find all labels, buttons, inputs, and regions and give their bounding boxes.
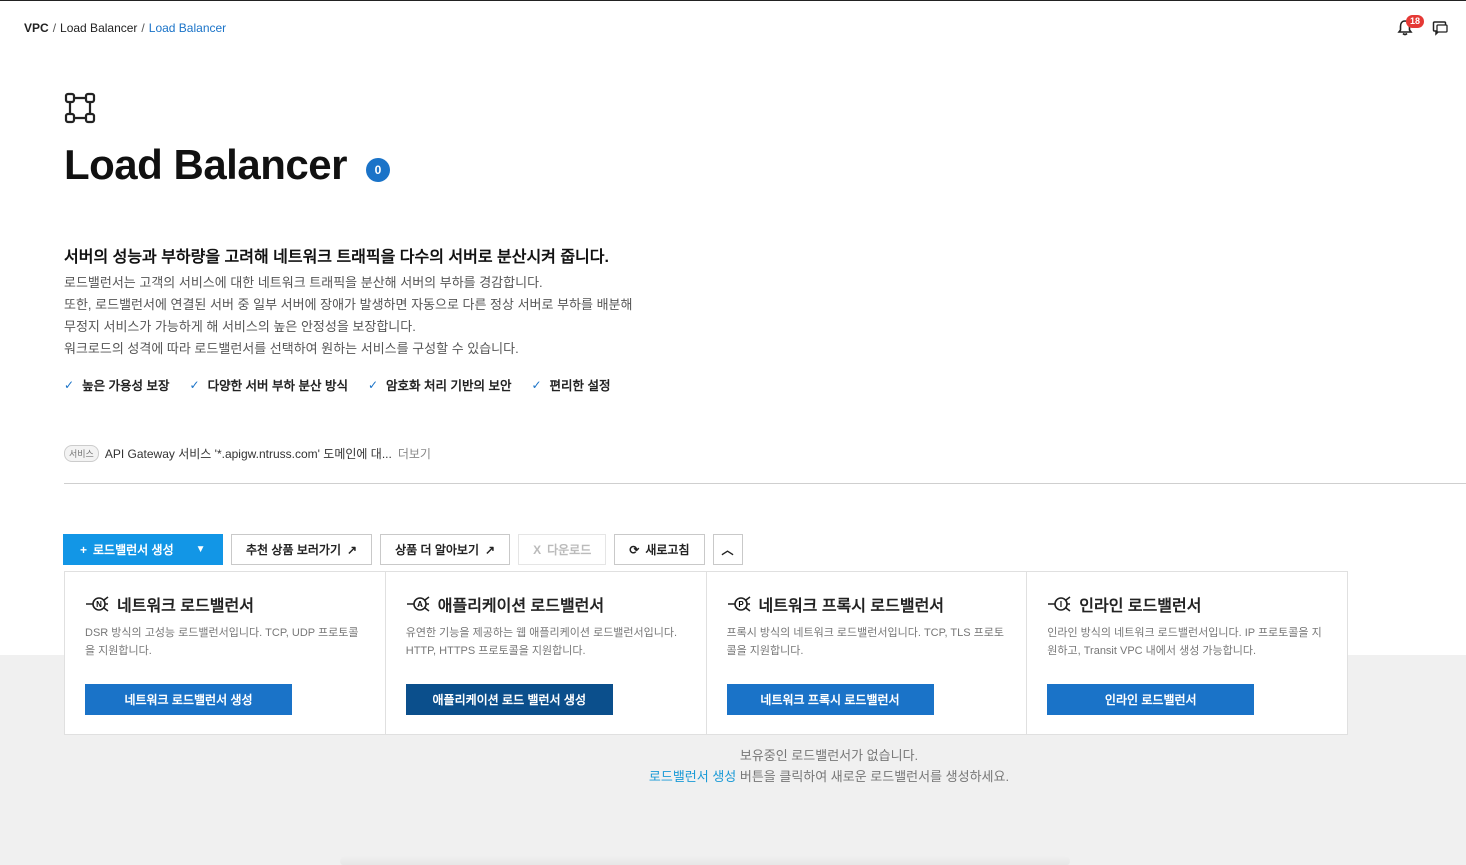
notice-text[interactable]: API Gateway 서비스 '*.apigw.ntruss.com' 도메인… [105,445,392,462]
card-title: 네트워크 프록시 로드밸런서 [758,598,945,615]
download-button[interactable]: X 다운로드 [518,534,607,565]
external-link-icon: ↗ [485,542,496,557]
create-network-proxy-lb-button[interactable]: 네트워크 프록시 로드밸런서 [726,684,934,715]
card-description: DSR 방식의 고성능 로드밸런서입니다. TCP, UDP 프로토콜을 지원합… [85,627,359,657]
inline-lb-icon: I [1048,596,1071,612]
learn-more-button[interactable]: 상품 더 알아보기 ↗ [380,534,511,565]
description-line: 워크로드의 성격에 따라 로드밸런서를 선택하여 원하는 서비스를 구성할 수 … [64,341,519,356]
card-header: N 네트워크 로드밸런서 [85,592,254,616]
recommended-products-button[interactable]: 추천 상품 보러가기 ↗ [231,534,373,565]
resource-count-badge: 0 [366,158,390,182]
check-icon: ✓ [367,377,379,392]
feature-item: ✓ 편리한 설정 [531,375,610,394]
card-header: A 애플리케이션 로드밸런서 [406,592,604,616]
breadcrumb: VPC / Load Balancer / Load Balancer [24,21,226,35]
notification-count-badge: 18 [1406,15,1425,28]
breadcrumb-separator: / [141,21,145,35]
top-bar: VPC / Load Balancer / Load Balancer 18 [0,1,1466,57]
refresh-label: 새로고침 [645,543,690,557]
description-line: 로드밸런서는 고객의 서비스에 대한 네트워크 트래픽을 분산해 서버의 부하를… [64,275,543,290]
feature-label: 높은 가용성 보장 [82,379,170,393]
create-load-balancer-button[interactable]: + 로드밸런서 생성 ▼ [63,534,223,565]
refresh-button[interactable]: ⟳ 새로고침 [614,534,705,565]
svg-text:I: I [1060,600,1062,609]
feature-label: 다양한 서버 부하 분산 방식 [207,379,348,393]
application-lb-icon: A [406,596,430,612]
breadcrumb-separator: / [52,21,57,35]
plus-icon: + [80,542,88,557]
svg-text:P: P [738,600,744,609]
create-application-lb-button[interactable]: 애플리케이션 로드 밸런서 생성 [405,684,613,715]
feature-label: 암호화 처리 기반의 보안 [386,379,512,393]
card-title: 인라인 로드밸런서 [1079,598,1202,615]
card-application-lb: A 애플리케이션 로드밸런서 유연한 기능을 제공하는 웹 애플리케이션 로드밸… [386,572,707,734]
recommend-label: 추천 상품 보러가기 [246,543,341,557]
empty-state-hint: 로드밸런서 생성 버튼을 클릭하여 새로운 로드밸런서를 생성하세요. [0,766,1466,787]
card-network-lb: N 네트워크 로드밸런서 DSR 방식의 고성능 로드밸런서입니다. TCP, … [65,572,386,734]
empty-state-title: 보유중인 로드밸런서가 없습니다. [739,748,919,763]
breadcrumb-vpc[interactable]: VPC [24,21,49,35]
empty-state: 보유중인 로드밸런서가 없습니다. 로드밸런서 생성 버튼을 클릭하여 새로운 … [0,745,1466,787]
load-balancer-type-cards: N 네트워크 로드밸런서 DSR 방식의 고성능 로드밸런서입니다. TCP, … [64,571,1348,735]
learn-more-label: 상품 더 알아보기 [395,543,480,557]
service-notice: 서비스 API Gateway 서비스 '*.apigw.ntruss.com'… [64,445,431,462]
collapse-button[interactable]: ︿ [712,534,743,565]
bottom-panel-edge [340,856,1070,865]
service-description: 로드밸런서는 고객의 서비스에 대한 네트워크 트래픽을 분산해 서버의 부하를… [64,272,632,360]
network-lb-icon: N [86,596,109,612]
load-balancer-icon [64,92,96,124]
breadcrumb-load-balancer[interactable]: Load Balancer [60,21,137,35]
caret-down-icon: ▼ [195,544,206,555]
card-network-proxy-lb: P 네트워크 프록시 로드밸런서 프록시 방식의 네트워크 로드밸런서입니다. … [707,572,1028,734]
feature-item: ✓ 암호화 처리 기반의 보안 [368,375,511,394]
card-header: I 인라인 로드밸런서 [1047,592,1201,616]
download-label: 다운로드 [547,543,592,557]
download-icon: X [533,542,542,557]
check-icon: ✓ [531,377,542,392]
check-icon: ✓ [64,377,75,392]
feature-item: ✓ 다양한 서버 부하 분산 방식 [190,375,348,394]
empty-state-create-link[interactable]: 로드밸런서 생성 [649,769,736,784]
notice-more-link[interactable]: 더보기 [398,445,431,462]
check-icon: ✓ [189,377,200,392]
action-toolbar: + 로드밸런서 생성 ▼ 추천 상품 보러가기 ↗ 상품 더 알아보기 ↗ X … [63,534,743,565]
external-link-icon: ↗ [347,542,358,557]
notice-tag: 서비스 [64,445,99,462]
refresh-icon: ⟳ [629,542,640,557]
svg-text:A: A [417,600,423,609]
breadcrumb-current[interactable]: Load Balancer [149,21,226,35]
message-icon[interactable] [1432,20,1448,36]
svg-text:N: N [96,600,102,609]
feature-list: ✓ 높은 가용성 보장 ✓ 다양한 서버 부하 분산 방식 ✓ 암호화 처리 기반의 … [64,375,611,394]
card-title: 네트워크 로드밸런서 [117,598,254,615]
section-divider [64,483,1466,484]
description-line: 또한, 로드밸런서에 연결된 서버 중 일부 서버에 장애가 발생하면 자동으로… [64,297,633,312]
card-title: 애플리케이션 로드밸런서 [437,598,605,615]
description-line: 무정지 서비스가 가능하게 해 서비스의 높은 안정성을 보장합니다. [64,319,416,334]
network-proxy-lb-icon: P [727,596,750,612]
empty-state-hint-text: 버튼을 클릭하여 새로운 로드밸런서를 생성하세요. [736,769,1010,784]
create-network-lb-button[interactable]: 네트워크 로드밸런서 생성 [85,684,292,715]
page-title: Load Balancer [64,141,347,188]
card-header: P 네트워크 프록시 로드밸런서 [727,592,945,616]
card-description: 인라인 방식의 네트워크 로드밸런서입니다. IP 프로토콜을 지원하고, Tr… [1047,627,1322,657]
feature-label: 편리한 설정 [549,379,611,393]
service-headline: 서버의 성능과 부하량을 고려해 네트워크 트래픽을 다수의 서버로 분산시켜 … [64,249,609,266]
create-inline-lb-button[interactable]: 인라인 로드밸런서 [1047,684,1255,715]
card-description: 프록시 방식의 네트워크 로드밸런서입니다. TCP, TLS 프로토콜을 지원… [726,627,1005,657]
card-description: 유연한 기능을 제공하는 웹 애플리케이션 로드밸런서입니다. HTTP, HT… [405,627,678,657]
feature-item: ✓ 높은 가용성 보장 [64,375,170,394]
chevron-up-icon: ︿ [721,543,734,557]
card-inline-lb: I 인라인 로드밸런서 인라인 방식의 네트워크 로드밸런서입니다. IP 프로… [1027,572,1347,734]
create-label: 로드밸런서 생성 [93,543,174,557]
